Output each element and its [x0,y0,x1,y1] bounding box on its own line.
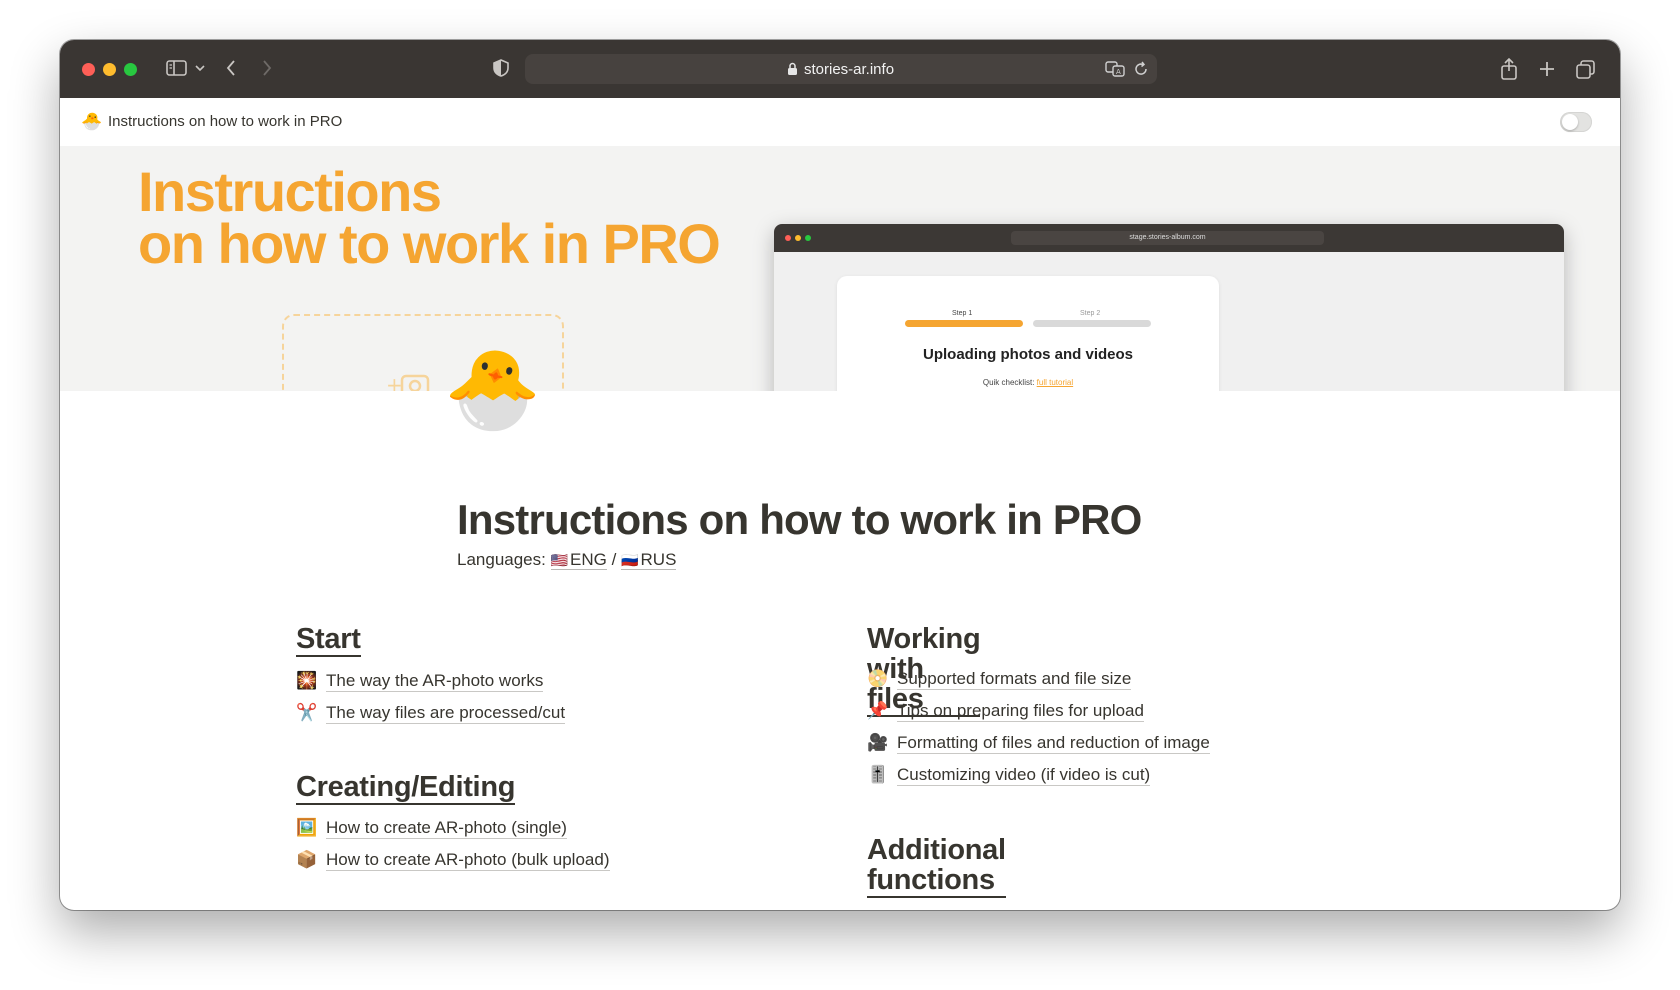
browser-window: stories-ar.info A 🐣 Instructions on how … [60,40,1620,910]
list-item-create-single[interactable]: 🖼️ How to create AR-photo (single) [296,817,567,847]
section-start: Start [296,624,361,657]
mini-address-url: stage.stories-album.com [1011,231,1324,245]
cover-title: Instructions on how to work in PRO [138,160,721,275]
cover-image: Instructions on how to work in PRO + sta… [60,146,1620,391]
page-topbar: 🐣 Instructions on how to work in PRO [60,98,1620,146]
mini-checklist-link: full tutorial [1036,378,1074,387]
privacy-shield-icon[interactable] [492,58,510,80]
theme-toggle[interactable] [1560,112,1592,132]
link-create-single[interactable]: How to create AR-photo (single) [326,817,567,839]
link-supported-formats[interactable]: Supported formats and file size [897,668,1132,690]
address-bar[interactable]: stories-ar.info A [525,54,1157,84]
mini-upload-card: Step 1 Step 2 Uploading photos and video… [837,276,1219,391]
link-ar-photo-works[interactable]: The way the AR-photo works [326,670,544,692]
pushpin-icon: 📌 [867,701,889,720]
list-item-customizing-video[interactable]: 🎚️ Customizing video (if video is cut) [867,764,1151,794]
language-separator: / [611,550,617,569]
section-additional: Additional functions [867,835,1006,898]
step2-progress [1033,320,1151,327]
language-eng-label: ENG [570,550,607,569]
mini-checklist-label: Quik checklist: [982,378,1035,387]
reload-icon[interactable] [1133,61,1149,82]
language-link-rus[interactable]: 🇷🇺 RUS [621,550,677,570]
cover-title-line1: Instructions [138,160,442,223]
mini-minimize-dot [795,235,801,241]
share-icon[interactable] [1500,58,1518,80]
fireworks-icon: 🎇 [296,671,318,690]
svg-text:+: + [386,373,403,391]
lock-icon [787,62,798,81]
breadcrumb-icon: 🐣 [81,112,103,131]
address-url: stories-ar.info [804,61,895,78]
picture-icon: 🖼️ [296,818,318,837]
list-item-ar-photo-works[interactable]: 🎇 The way the AR-photo works [296,670,544,700]
sidebar-toggle-icon[interactable] [166,58,188,80]
package-icon: 📦 [296,850,318,869]
scissors-icon: ✂️ [296,703,318,722]
svg-text:A: A [1116,68,1121,76]
ru-flag-icon: 🇷🇺 [621,552,639,568]
languages-line: Languages: 🇺🇸 ENG / 🇷🇺 RUS [457,550,677,570]
mini-close-dot [785,235,791,241]
browser-toolbar: stories-ar.info A [60,40,1620,98]
languages-label: Languages: [457,550,546,569]
minimize-window-button[interactable] [103,63,116,76]
zoom-window-button[interactable] [124,63,137,76]
step1-progress [905,320,1023,327]
link-create-bulk[interactable]: How to create AR-photo (bulk upload) [326,849,610,871]
link-preparing-tips[interactable]: Tips on preparing files for upload [897,700,1144,722]
cover-browser-screenshot: stage.stories-album.com Step 1 Step 2 Up… [774,224,1564,391]
mini-browser-toolbar: stage.stories-album.com [774,224,1564,252]
language-rus-label: RUS [640,550,677,569]
step2-label: Step 2 [1080,310,1101,317]
link-files-processed[interactable]: The way files are processed/cut [326,702,566,724]
language-link-eng[interactable]: 🇺🇸 ENG [550,550,607,570]
section-heading-additional: Additional functions [867,834,1006,898]
translate-icon[interactable]: A [1105,61,1125,82]
list-item-formatting-files[interactable]: 🎥 Formatting of files and reduction of im… [867,732,1210,762]
step1-label: Step 1 [952,310,973,317]
add-camera-icon: + [386,368,436,391]
slider-icon: 🎚️ [867,765,889,784]
chevron-down-icon[interactable] [194,58,206,80]
list-item-preparing-tips[interactable]: 📌 Tips on preparing files for upload [867,700,1144,730]
back-button[interactable] [224,58,238,80]
cover-title-line2: on how to work in PRO [138,212,721,275]
mini-checklist: Quik checklist: full tutorial [837,378,1219,387]
section-heading-start: Start [296,623,361,657]
list-item-files-processed[interactable]: ✂️ The way files are processed/cut [296,702,566,732]
link-customizing-video[interactable]: Customizing video (if video is cut) [897,764,1151,786]
forward-button[interactable] [260,58,274,80]
toggle-knob [1562,114,1578,130]
section-creating: Creating/Editing [296,772,515,805]
link-formatting-files[interactable]: Formatting of files and reduction of ima… [897,732,1210,754]
mini-zoom-dot [805,235,811,241]
new-tab-icon[interactable] [1538,58,1556,80]
us-flag-icon: 🇺🇸 [550,552,569,568]
mini-heading: Uploading photos and videos [923,346,1133,363]
list-item-supported-formats[interactable]: 📀 Supported formats and file size [867,668,1132,698]
movie-camera-icon: 🎥 [867,733,889,752]
breadcrumb[interactable]: Instructions on how to work in PRO [108,113,342,130]
tab-overview-icon[interactable] [1576,58,1596,80]
page-title: Instructions on how to work in PRO [457,496,1142,543]
list-item-create-bulk[interactable]: 📦 How to create AR-photo (bulk upload) [296,849,610,879]
page-icon[interactable]: 🐣 [444,344,541,434]
close-window-button[interactable] [82,63,95,76]
section-heading-creating: Creating/Editing [296,771,516,805]
dvd-icon: 📀 [867,669,889,688]
